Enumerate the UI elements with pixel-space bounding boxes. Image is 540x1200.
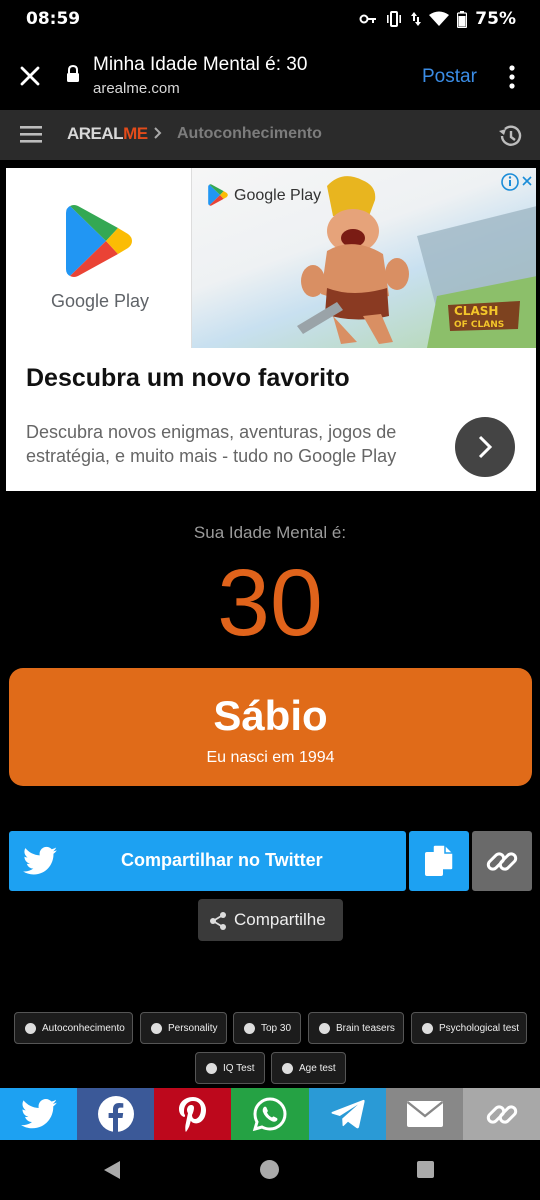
vpn-key-icon — [359, 14, 377, 24]
tag-label: Age test — [299, 1062, 336, 1074]
chevron-right-icon — [154, 127, 162, 139]
copy-icon — [425, 844, 454, 876]
tag-item[interactable]: IQ Test — [195, 1052, 265, 1084]
tag-label: Top 30 — [261, 1022, 292, 1034]
ad-headline: Descubra um novo favorito — [26, 364, 350, 392]
bullet-icon — [25, 1022, 36, 1034]
pinterest-icon — [178, 1097, 206, 1132]
copy-link-button[interactable] — [472, 831, 532, 891]
tag-label: Autoconhecimento — [42, 1022, 125, 1034]
bullet-icon — [206, 1062, 217, 1074]
battery-percent: 75% — [475, 9, 516, 29]
twitter-social-button[interactable] — [0, 1088, 77, 1140]
tag-item[interactable]: Personality — [140, 1012, 227, 1044]
more-options-icon[interactable] — [502, 62, 522, 92]
browser-toolbar: Minha Idade Mental é: 30 arealme.com Pos… — [0, 40, 540, 110]
facebook-icon — [97, 1096, 134, 1132]
ad-brand-panel: Google Play — [6, 168, 191, 348]
vibrate-icon — [387, 11, 402, 27]
data-arrows-icon — [411, 12, 422, 26]
home-icon[interactable] — [260, 1160, 279, 1179]
bullet-icon — [422, 1022, 433, 1034]
bullet-icon — [151, 1022, 162, 1034]
chevron-right-icon — [478, 435, 493, 459]
email-icon — [406, 1101, 443, 1127]
status-icons: 75% — [359, 9, 516, 29]
link-social-button[interactable] — [463, 1088, 540, 1140]
bullet-icon — [282, 1062, 293, 1074]
game-logo-line2: OF CLANS — [454, 320, 504, 330]
result-subtitle: Eu nasci em 1994 — [206, 749, 335, 766]
post-button[interactable]: Postar — [422, 66, 477, 88]
page-domain: arealme.com — [93, 80, 180, 97]
mental-age-value: 30 — [217, 550, 323, 656]
whatsapp-icon — [252, 1097, 287, 1132]
result-label: Sua Idade Mental é: — [193, 523, 347, 542]
google-play-logo-icon — [66, 205, 132, 277]
tag-item[interactable]: Age test — [271, 1052, 346, 1084]
bullet-icon — [319, 1022, 330, 1034]
twitter-share-label: Compartilhar no Twitter — [121, 850, 323, 870]
tag-item[interactable]: Top 30 — [233, 1012, 301, 1044]
ad-banner[interactable]: Google Play Google Play CLASH OF CLANS D… — [6, 168, 536, 491]
telegram-social-button[interactable] — [309, 1088, 386, 1140]
result-title: Sábio — [213, 692, 328, 739]
twitter-icon — [20, 1099, 57, 1129]
status-time: 08:59 — [26, 9, 81, 29]
game-logo-line1: CLASH — [454, 304, 498, 318]
tag-item[interactable]: Autoconhecimento — [14, 1012, 133, 1044]
facebook-social-button[interactable] — [77, 1088, 154, 1140]
result-card: Sábio Eu nasci em 1994 — [9, 668, 532, 786]
recent-apps-icon[interactable] — [417, 1161, 434, 1178]
link-icon — [486, 1105, 517, 1124]
bullet-icon — [244, 1022, 255, 1034]
tag-label: Brain teasers — [336, 1022, 395, 1034]
system-navigation-bar — [0, 1140, 540, 1200]
page-title: Minha Idade Mental é: 30 — [93, 54, 308, 75]
ad-info-icon[interactable] — [500, 172, 532, 192]
site-logo[interactable]: AREALME — [67, 124, 148, 144]
share-label: Compartilhe — [234, 910, 326, 929]
tag-label: Psychological test — [439, 1022, 520, 1034]
twitter-share-button[interactable]: Compartilhar no Twitter — [9, 831, 406, 891]
tag-label: IQ Test — [223, 1062, 255, 1074]
ad-brand-label: Google Play — [51, 291, 150, 311]
ad-body: Descubra novos enigmas, aventuras, jogos… — [26, 422, 397, 466]
ad-image[interactable]: Google Play CLASH OF CLANS — [191, 168, 536, 348]
telegram-icon — [331, 1099, 365, 1129]
ad-next-button[interactable] — [455, 417, 515, 477]
logo-text-part1: AREAL — [67, 124, 124, 143]
lock-icon — [67, 65, 79, 82]
link-icon — [486, 852, 518, 871]
battery-icon — [457, 10, 468, 28]
back-icon[interactable] — [103, 1160, 121, 1180]
history-icon[interactable] — [496, 122, 524, 150]
email-social-button[interactable] — [386, 1088, 463, 1140]
copy-button[interactable] — [409, 831, 469, 891]
share-button[interactable]: Compartilhe — [198, 899, 343, 941]
twitter-icon — [23, 846, 57, 875]
tag-item[interactable]: Brain teasers — [308, 1012, 404, 1044]
pinterest-social-button[interactable] — [154, 1088, 231, 1140]
status-bar: 08:59 75% — [0, 0, 540, 40]
breadcrumb-category[interactable]: Autoconhecimento — [177, 125, 322, 143]
logo-text-part2: ME — [123, 124, 148, 143]
social-share-bar — [0, 1088, 540, 1140]
menu-icon[interactable] — [20, 124, 42, 144]
tag-item[interactable]: Psychological test — [411, 1012, 527, 1044]
clash-of-clans-logo: CLASH OF CLANS — [448, 301, 520, 331]
tag-label: Personality — [168, 1022, 218, 1034]
google-play-small-icon — [208, 184, 228, 206]
site-navbar: AREALME Autoconhecimento — [0, 110, 540, 160]
share-icon — [210, 912, 226, 930]
close-icon[interactable] — [14, 60, 46, 92]
wifi-icon — [429, 11, 450, 26]
whatsapp-social-button[interactable] — [231, 1088, 309, 1140]
